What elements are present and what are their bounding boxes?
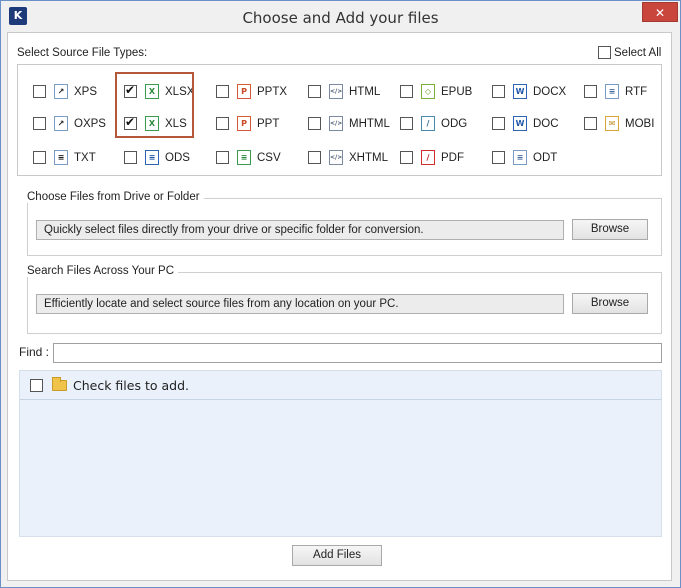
file-type-rtf-label: RTF (625, 85, 648, 98)
file-type-xhtml[interactable]: </> XHTML (308, 150, 388, 165)
file-type-xps[interactable]: ↗ XPS (33, 84, 97, 99)
file-type-docx-label: DOCX (533, 85, 567, 98)
file-type-docx[interactable]: W DOCX (492, 84, 566, 99)
file-type-ppt[interactable]: P PPT (216, 116, 279, 131)
html-file-icon: </> (329, 84, 343, 99)
file-type-pptx-label: PPTX (257, 85, 288, 98)
file-type-pdf[interactable]: ∕ PDF (400, 150, 464, 165)
file-type-oxps-checkbox[interactable] (33, 117, 46, 130)
doc-file-icon: W (513, 116, 527, 131)
file-type-txt[interactable]: ≡ TXT (33, 150, 96, 165)
file-type-txt-checkbox[interactable] (33, 151, 46, 164)
file-type-odt[interactable]: ≡ ODT (492, 150, 557, 165)
file-type-epub-checkbox[interactable] (400, 85, 413, 98)
title-bar[interactable]: K Choose and Add your files ✕ (1, 1, 680, 33)
file-type-csv-label: CSV (257, 151, 281, 164)
files-list-header-label: Check files to add. (73, 377, 189, 393)
file-type-xhtml-label: XHTML (349, 151, 388, 164)
odt-file-icon: ≡ (513, 150, 527, 165)
search-pc-group-label: Search Files Across Your PC (27, 265, 179, 277)
file-type-xhtml-checkbox[interactable] (308, 151, 321, 164)
file-type-csv-checkbox[interactable] (216, 151, 229, 164)
window-title: Choose and Add your files (242, 9, 439, 27)
search-browse-button[interactable]: Browse (572, 293, 648, 314)
oxps-file-icon: ↗ (54, 116, 68, 131)
file-type-ods[interactable]: ≡ ODS (124, 150, 190, 165)
file-type-html-label: HTML (349, 85, 381, 98)
docx-file-icon: W (513, 84, 527, 99)
file-type-pdf-checkbox[interactable] (400, 151, 413, 164)
file-type-odt-label: ODT (533, 151, 558, 164)
mhtml-file-icon: </> (329, 116, 343, 131)
file-type-docx-checkbox[interactable] (492, 85, 505, 98)
file-type-txt-label: TXT (74, 151, 96, 164)
search-pc-group: Search Files Across Your PC Efficiently … (27, 265, 662, 334)
file-type-rtf[interactable]: ≡ RTF (584, 84, 647, 99)
pptx-file-icon: P (237, 84, 251, 99)
file-type-epub[interactable]: ◇ EPUB (400, 84, 472, 99)
file-type-mobi-label: MOBI (625, 117, 655, 130)
selected-types-highlight (115, 72, 194, 138)
mobi-file-icon: ✉ (605, 116, 619, 131)
file-type-xps-label: XPS (74, 85, 98, 98)
source-types-label: Select Source File Types: (17, 47, 148, 59)
add-files-button[interactable]: Add Files (292, 545, 382, 566)
file-type-odg[interactable]: / ODG (400, 116, 467, 131)
check-all-files-checkbox[interactable] (30, 378, 43, 392)
pdf-file-icon: ∕ (421, 150, 435, 165)
file-type-mobi[interactable]: ✉ MOBI (584, 116, 654, 131)
drive-browse-button[interactable]: Browse (572, 219, 648, 240)
file-type-odg-label: ODG (441, 117, 468, 130)
file-type-mhtml-checkbox[interactable] (308, 117, 321, 130)
file-type-ppt-label: PPT (257, 117, 280, 130)
drive-folder-group-label: Choose Files from Drive or Folder (27, 191, 204, 203)
file-type-html-checkbox[interactable] (308, 85, 321, 98)
xhtml-file-icon: </> (329, 150, 343, 165)
file-type-ppt-checkbox[interactable] (216, 117, 229, 130)
file-type-mobi-checkbox[interactable] (584, 117, 597, 130)
epub-file-icon: ◇ (421, 84, 435, 99)
files-list-panel: Check files to add. (19, 370, 662, 537)
drive-folder-description-field: Quickly select files directly from your … (36, 220, 564, 240)
file-type-epub-label: EPUB (441, 85, 473, 98)
file-type-rtf-checkbox[interactable] (584, 85, 597, 98)
find-label: Find : (19, 345, 50, 359)
drive-folder-group: Choose Files from Drive or Folder Quickl… (27, 191, 662, 256)
select-all-checkbox[interactable] (598, 46, 611, 59)
file-type-doc-label: DOC (533, 117, 559, 130)
select-all-label: Select All (614, 46, 662, 59)
file-type-mhtml-label: MHTML (349, 117, 390, 130)
file-type-doc[interactable]: W DOC (492, 116, 559, 131)
select-all-option[interactable]: Select All (598, 46, 661, 59)
file-type-mhtml[interactable]: </> MHTML (308, 116, 390, 131)
xps-file-icon: ↗ (54, 84, 68, 99)
odg-file-icon: / (421, 116, 435, 131)
file-type-pptx[interactable]: P PPTX (216, 84, 287, 99)
file-type-xps-checkbox[interactable] (33, 85, 46, 98)
file-type-csv[interactable]: ≡ CSV (216, 150, 281, 165)
search-pc-description-field: Efficiently locate and select source fil… (36, 294, 564, 314)
file-type-odt-checkbox[interactable] (492, 151, 505, 164)
close-button[interactable]: ✕ (642, 2, 678, 22)
file-type-pdf-label: PDF (441, 151, 464, 164)
files-list-header[interactable]: Check files to add. (20, 371, 661, 400)
file-type-ods-label: ODS (165, 151, 190, 164)
file-type-doc-checkbox[interactable] (492, 117, 505, 130)
csv-file-icon: ≡ (237, 150, 251, 165)
file-type-pptx-checkbox[interactable] (216, 85, 229, 98)
rtf-file-icon: ≡ (605, 84, 619, 99)
find-input[interactable] (53, 343, 662, 363)
ppt-file-icon: P (237, 116, 251, 131)
file-type-oxps-label: OXPS (74, 117, 106, 130)
file-type-odg-checkbox[interactable] (400, 117, 413, 130)
ods-file-icon: ≡ (145, 150, 159, 165)
file-type-html[interactable]: </> HTML (308, 84, 380, 99)
file-type-oxps[interactable]: ↗ OXPS (33, 116, 106, 131)
file-type-ods-checkbox[interactable] (124, 151, 137, 164)
folder-icon (52, 376, 67, 391)
txt-file-icon: ≡ (54, 150, 68, 165)
